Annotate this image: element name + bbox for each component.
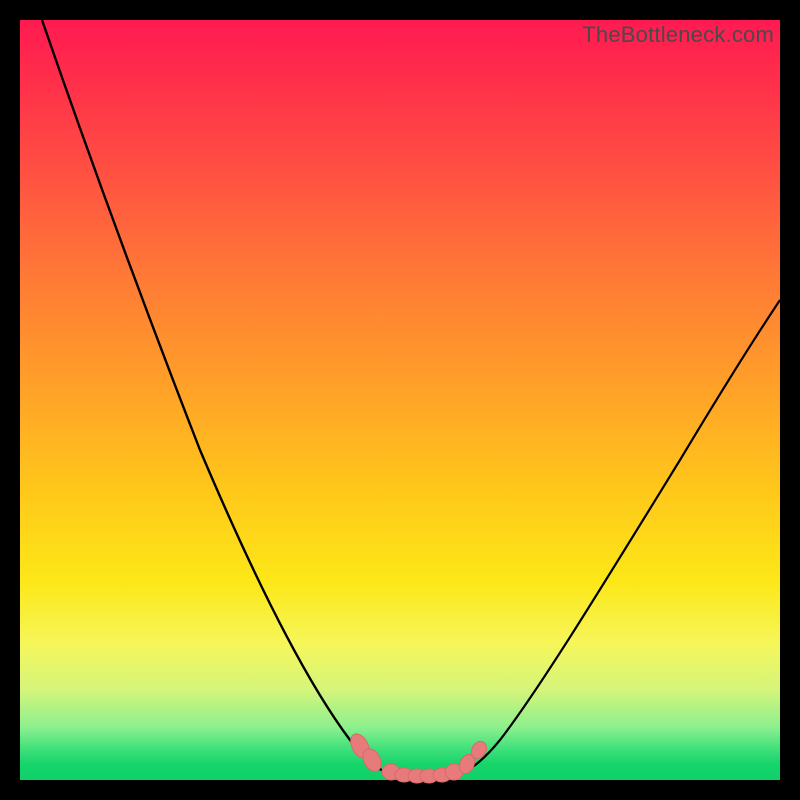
watermark-text: TheBottleneck.com: [582, 22, 774, 48]
right-curve: [454, 300, 780, 776]
left-curve: [42, 20, 396, 776]
chart-svg: [20, 20, 780, 780]
chart-frame: TheBottleneck.com: [20, 20, 780, 780]
marker-group: [347, 731, 490, 783]
